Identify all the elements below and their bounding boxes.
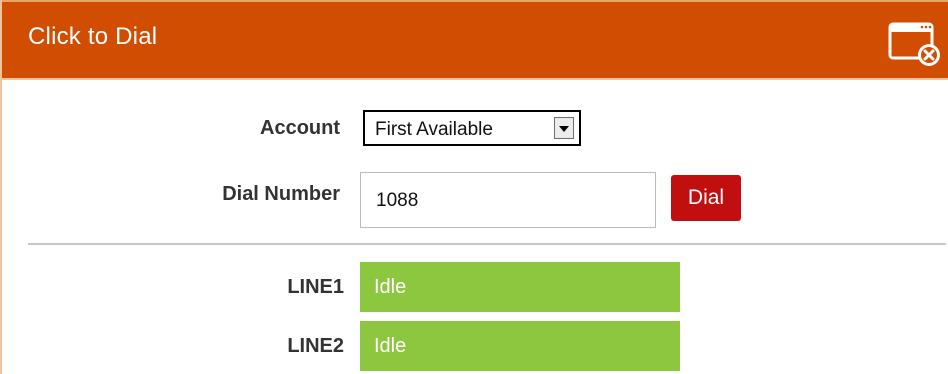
line1-status-text: Idle [374,276,407,298]
chevron-down-icon[interactable] [554,117,574,139]
window-title: Click to Dial [28,23,158,50]
divider [28,243,946,245]
dial-button[interactable]: Dial [671,175,741,221]
window-close-icon [888,22,940,66]
dial-number-input[interactable]: 1088 [360,172,656,228]
close-window-button[interactable] [888,22,942,68]
line2-label: LINE2 [287,335,344,357]
line2-status[interactable]: Idle [360,321,680,371]
account-label: Account [260,117,340,139]
line1-status[interactable]: Idle [360,262,680,312]
line1-label: LINE1 [287,276,344,298]
dial-number-value: 1088 [376,190,419,211]
account-select-value: First Available [375,119,493,140]
line2-status-text: Idle [374,335,407,357]
dial-number-label: Dial Number [222,183,340,205]
title-bar: Click to Dial [2,0,948,80]
account-select[interactable]: First Available [363,110,581,146]
click-to-dial-window: Click to Dial Account First Available Di… [0,0,948,374]
